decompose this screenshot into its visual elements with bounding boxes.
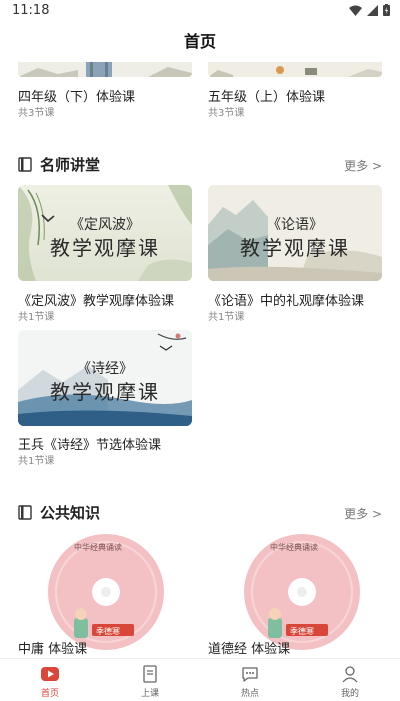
grade4-course-title[interactable]: 四年级（下）体验课 bbox=[18, 86, 135, 105]
section-header-public-knowledge: 公共知识 更多 > bbox=[18, 502, 382, 524]
nav-label: 首页 bbox=[40, 689, 59, 699]
grade5-course-count: 共3节课 bbox=[208, 108, 245, 119]
nav-label: 我的 bbox=[340, 689, 359, 699]
grade5-course-title[interactable]: 五年级（上）体验课 bbox=[208, 86, 325, 105]
lunyu-course-count: 共1节课 bbox=[208, 312, 245, 323]
shijing-thumb-caption: 教学观摩课 bbox=[50, 380, 160, 404]
signal-icon bbox=[367, 4, 378, 16]
dingfengbo-thumb-caption: 教学观摩课 bbox=[50, 236, 160, 260]
nav-tab-mine[interactable]: 我的 bbox=[300, 659, 400, 701]
lunyu-thumb-poem: 《论语》 bbox=[267, 217, 323, 233]
shijing-thumb-poem: 《诗经》 bbox=[77, 361, 133, 377]
daodejing-course-title[interactable]: 道德经 体验课 bbox=[208, 638, 290, 657]
grade4-course-count: 共3节课 bbox=[18, 108, 55, 119]
page-header: 首页 bbox=[0, 22, 400, 62]
play-icon bbox=[41, 667, 59, 681]
book-icon bbox=[18, 505, 32, 520]
dingfengbo-course-count: 共1节课 bbox=[18, 312, 55, 323]
status-icons bbox=[349, 4, 390, 16]
nav-label: 上课 bbox=[140, 689, 159, 699]
more-link[interactable]: 更多 > bbox=[344, 505, 382, 522]
section-title: 公共知识 bbox=[40, 504, 101, 522]
wifi-icon bbox=[349, 5, 362, 16]
zhongyong-disc-text: 中华经典诵读 bbox=[74, 543, 122, 552]
daodejing-badge: 季德寒 bbox=[290, 627, 314, 636]
book-icon bbox=[18, 157, 32, 172]
battery-icon bbox=[383, 4, 390, 16]
status-time: 11:18 bbox=[12, 3, 50, 18]
grade4-course-thumbnail[interactable] bbox=[18, 62, 192, 77]
status-bar: 11:18 bbox=[0, 0, 400, 22]
dingfengbo-course-title[interactable]: 《定风波》教学观摩体验课 bbox=[18, 290, 174, 309]
user-icon bbox=[342, 666, 358, 683]
section-header-famous-teachers: 名师讲堂 更多 > bbox=[18, 154, 382, 176]
grade5-course-thumbnail[interactable] bbox=[208, 62, 382, 77]
more-link[interactable]: 更多 > bbox=[344, 157, 382, 174]
page-title: 首页 bbox=[183, 32, 216, 51]
zhongyong-badge: 季德寒 bbox=[96, 627, 120, 636]
nav-tab-hot[interactable]: 热点 bbox=[200, 659, 300, 701]
section-title: 名师讲堂 bbox=[40, 156, 101, 174]
bottom-nav: 首页 上课 热点 我的 bbox=[0, 658, 400, 701]
chat-icon bbox=[242, 667, 258, 682]
nav-tab-class[interactable]: 上课 bbox=[100, 659, 200, 701]
shijing-course-count: 共1节课 bbox=[18, 456, 55, 467]
daodejing-disc-text: 中华经典诵读 bbox=[270, 543, 318, 552]
shijing-course-title[interactable]: 王兵《诗经》节选体验课 bbox=[18, 434, 161, 453]
zhongyong-course-title[interactable]: 中庸 体验课 bbox=[18, 638, 87, 657]
lunyu-course-title[interactable]: 《论语》中的礼观摩体验课 bbox=[208, 290, 364, 309]
home-feed[interactable]: 四年级（下）体验课 共3节课 五年级（上）体验课 共3节课 名师讲堂 更多 > … bbox=[0, 62, 400, 658]
nav-label: 热点 bbox=[240, 689, 259, 699]
book-icon bbox=[143, 665, 157, 683]
nav-tab-home[interactable]: 首页 bbox=[0, 659, 100, 701]
lunyu-thumb-caption: 教学观摩课 bbox=[240, 236, 350, 260]
dingfengbo-thumb-poem: 《定风波》 bbox=[70, 217, 140, 233]
